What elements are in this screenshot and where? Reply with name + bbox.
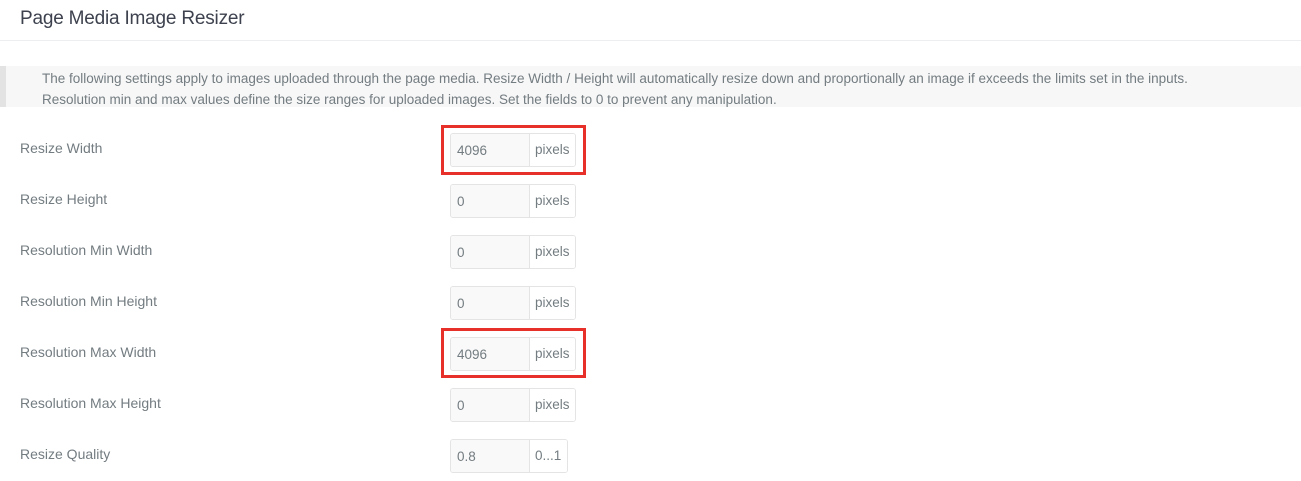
resize-width-label: Resize Width	[20, 140, 103, 156]
resize-quality-label: Resize Quality	[20, 446, 111, 462]
resize-height-row: Resize Height pixels	[0, 184, 1301, 218]
resolution-min-height-unit: pixels	[530, 287, 575, 319]
resize-width-field: pixels	[450, 133, 576, 167]
resolution-min-width-row: Resolution Min Width pixels	[0, 235, 1301, 269]
page-header: Page Media Image Resizer	[0, 0, 1301, 41]
resize-quality-row: Resize Quality 0...1	[0, 439, 1301, 473]
resize-width-input[interactable]	[451, 134, 530, 166]
notice-line-1: The following settings apply to images u…	[42, 71, 1188, 86]
resolution-min-height-input[interactable]	[451, 287, 530, 319]
resolution-max-width-unit: pixels	[530, 338, 575, 370]
resolution-max-width-label: Resolution Max Width	[20, 344, 157, 360]
resolution-max-height-field: pixels	[450, 388, 576, 422]
resolution-max-width-row: Resolution Max Width pixels	[0, 337, 1301, 371]
resize-quality-field: 0...1	[450, 439, 569, 473]
resize-height-field: pixels	[450, 184, 576, 218]
notice-line-2: Resolution min and max values define the…	[42, 92, 777, 107]
resolution-min-width-unit: pixels	[530, 236, 575, 268]
settings-page: Page Media Image Resizer The following s…	[0, 0, 1301, 481]
resolution-max-height-label: Resolution Max Height	[20, 395, 161, 411]
page-title: Page Media Image Resizer	[20, 8, 245, 29]
resolution-min-width-field: pixels	[450, 235, 576, 269]
resize-quality-unit: 0...1	[530, 440, 568, 472]
info-notice: The following settings apply to images u…	[0, 66, 1301, 107]
resolution-min-width-input[interactable]	[451, 236, 530, 268]
resize-width-row: Resize Width pixels	[0, 133, 1301, 167]
resolution-max-width-input[interactable]	[451, 338, 530, 370]
resize-height-label: Resize Height	[20, 191, 108, 207]
resolution-min-height-label: Resolution Min Height	[20, 293, 157, 309]
resize-height-unit: pixels	[530, 185, 575, 217]
resolution-max-height-input[interactable]	[451, 389, 530, 421]
resize-width-unit: pixels	[530, 134, 575, 166]
resolution-max-height-unit: pixels	[530, 389, 575, 421]
resolution-min-height-row: Resolution Min Height pixels	[0, 286, 1301, 320]
resize-quality-input[interactable]	[451, 440, 530, 472]
resolution-min-width-label: Resolution Min Width	[20, 242, 153, 258]
resize-height-input[interactable]	[451, 185, 530, 217]
resolution-min-height-field: pixels	[450, 286, 576, 320]
resolution-max-width-field: pixels	[450, 337, 576, 371]
resolution-max-height-row: Resolution Max Height pixels	[0, 388, 1301, 422]
